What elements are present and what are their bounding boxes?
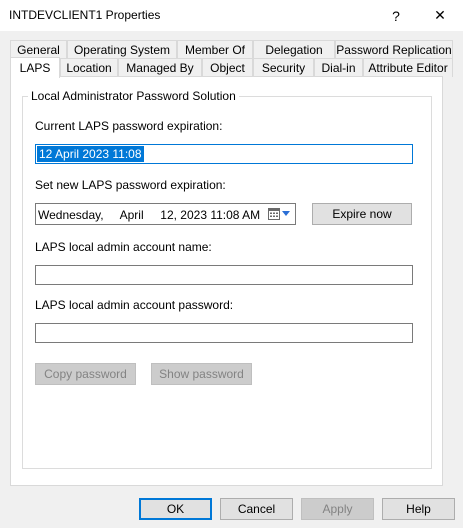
apply-button[interactable]: Apply	[301, 498, 374, 520]
window-title: INTDEVCLIENT1 Properties	[9, 8, 161, 22]
calendar-icon[interactable]	[268, 207, 280, 220]
tab-member-of[interactable]: Member Of	[177, 40, 253, 59]
cancel-button[interactable]: Cancel	[220, 498, 293, 520]
copy-password-button[interactable]: Copy password	[35, 363, 136, 385]
account-password-field[interactable]	[35, 323, 413, 343]
tab-object[interactable]: Object	[202, 58, 253, 77]
tab-laps[interactable]: LAPS	[10, 57, 60, 78]
account-password-label: LAPS local admin account password:	[35, 298, 234, 312]
show-password-button[interactable]: Show password	[151, 363, 252, 385]
tab-managed-by[interactable]: Managed By	[118, 58, 202, 77]
current-expiration-field[interactable]: 12 April 2023 11:08	[35, 144, 413, 164]
current-expiration-label: Current LAPS password expiration:	[35, 119, 223, 133]
new-expiration-label: Set new LAPS password expiration:	[35, 178, 226, 192]
new-expiration-datepicker[interactable]: Wednesday, April 12, 2023 11:08 AM	[35, 203, 296, 225]
close-icon[interactable]: ✕	[420, 0, 460, 31]
tab-dial-in[interactable]: Dial-in	[314, 58, 363, 77]
chevron-down-icon[interactable]	[281, 208, 291, 218]
tab-location[interactable]: Location	[60, 58, 118, 77]
account-name-field[interactable]	[35, 265, 413, 285]
tab-delegation[interactable]: Delegation	[253, 40, 335, 59]
groupbox-title: Local Administrator Password Solution	[28, 89, 239, 103]
help-button[interactable]: Help	[382, 498, 455, 520]
tab-operating-system[interactable]: Operating System	[67, 40, 177, 59]
account-name-label: LAPS local admin account name:	[35, 240, 212, 254]
ok-button[interactable]: OK	[139, 498, 212, 520]
tab-password-replication[interactable]: Password Replication	[335, 40, 453, 59]
expire-now-button[interactable]: Expire now	[312, 203, 412, 225]
tab-attribute-editor[interactable]: Attribute Editor	[363, 58, 453, 77]
title-bar: INTDEVCLIENT1 Properties ? ✕	[0, 0, 463, 31]
tab-security[interactable]: Security	[253, 58, 314, 77]
help-icon[interactable]: ?	[376, 0, 416, 31]
current-expiration-value: 12 April 2023 11:08	[37, 146, 144, 162]
new-expiration-value: Wednesday, April 12, 2023 11:08 AM	[38, 208, 261, 222]
